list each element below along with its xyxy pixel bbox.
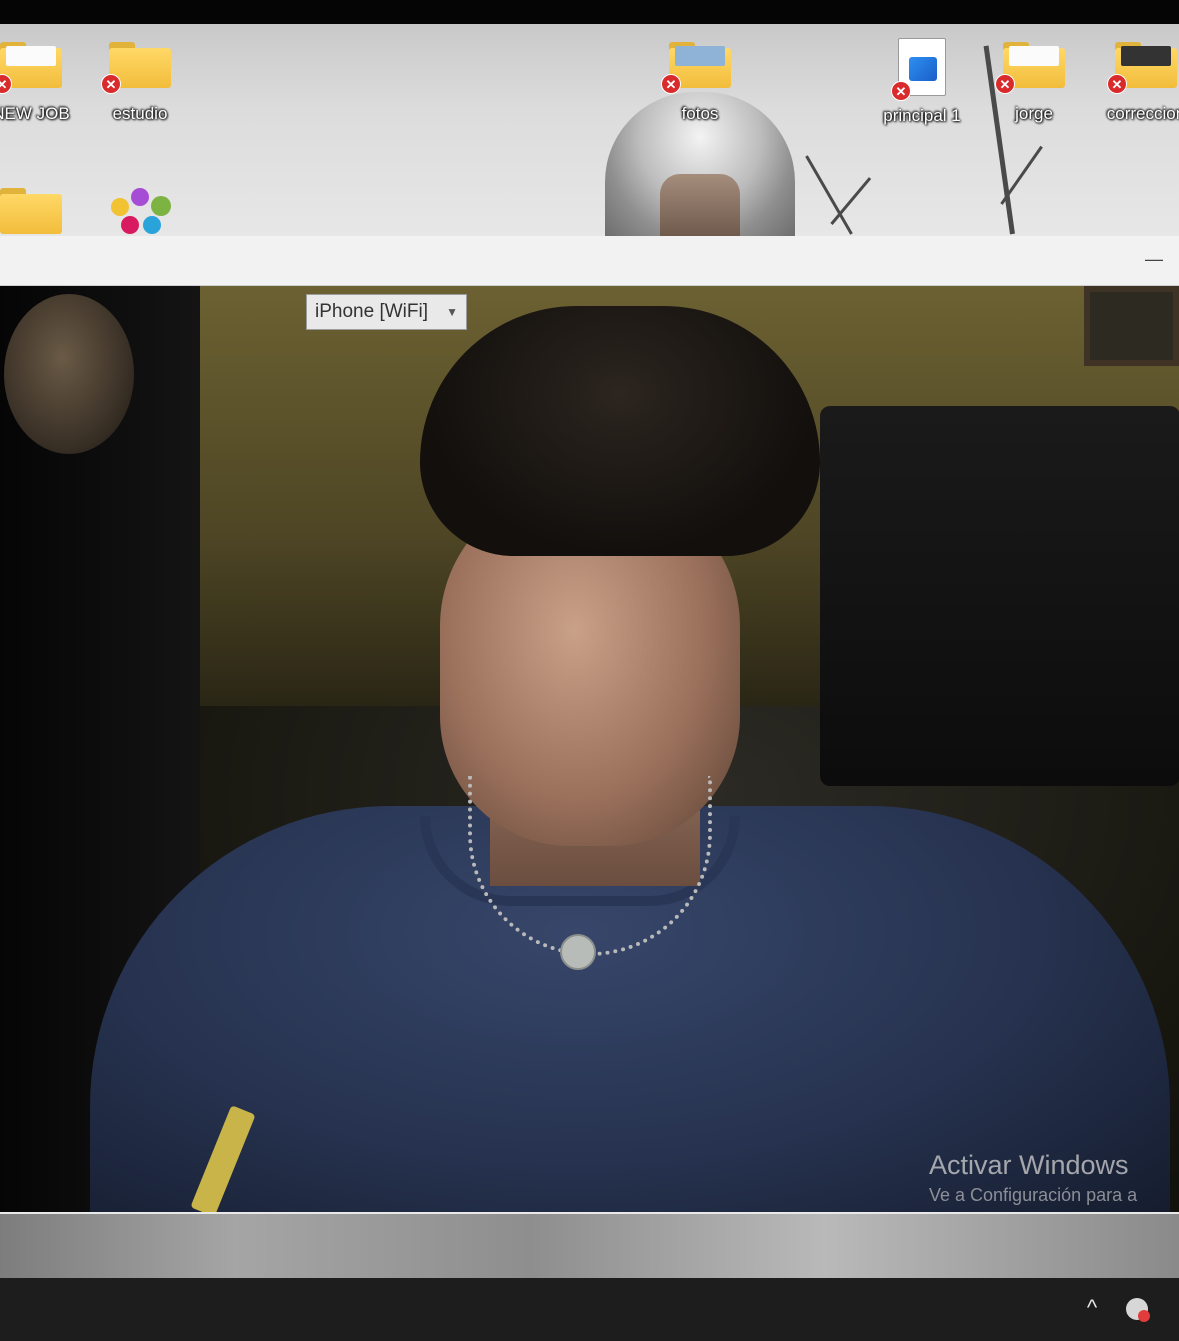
watermark-title: Activar Windows bbox=[929, 1150, 1129, 1180]
error-badge-icon: ✕ bbox=[661, 74, 681, 94]
desktop-icon-estudio[interactable]: ✕ estudio bbox=[85, 42, 195, 124]
camera-source-select[interactable]: iPhone [WiFi] ▼ bbox=[306, 294, 467, 330]
background-picture-frame bbox=[1084, 286, 1179, 366]
desktop-wallpaper-bottom bbox=[0, 1212, 1179, 1278]
desktop-wallpaper: ✕ NEW JOB ✕ estudio ✕ fotos ✕ principal … bbox=[0, 24, 1179, 236]
image-file-icon: ✕ bbox=[891, 38, 946, 101]
desktop-icon-partial-app[interactable] bbox=[85, 184, 195, 234]
folder-icon: ✕ bbox=[1107, 42, 1177, 94]
desktop-icon-correccion[interactable]: ✕ correccion bbox=[1091, 42, 1179, 124]
folder-icon bbox=[0, 188, 62, 234]
desktop-icon-label: NEW JOB bbox=[0, 104, 70, 123]
wallpaper-branch bbox=[830, 177, 872, 225]
error-badge-icon: ✕ bbox=[1107, 74, 1127, 94]
activate-windows-watermark: Activar Windows Ve a Configuración para … bbox=[929, 1150, 1179, 1206]
minimize-button[interactable]: — bbox=[1141, 248, 1167, 270]
camera-source-value: iPhone [WiFi] bbox=[315, 301, 428, 322]
background-chair bbox=[820, 406, 1179, 786]
desktop-icon-label: correccion bbox=[1106, 104, 1179, 123]
folder-icon: ✕ bbox=[101, 42, 171, 94]
error-badge-icon: ✕ bbox=[101, 74, 121, 94]
wallpaper-branch bbox=[805, 155, 853, 235]
desktop-icon-principal-1[interactable]: ✕ principal 1 bbox=[867, 38, 977, 126]
screen: ✕ NEW JOB ✕ estudio ✕ fotos ✕ principal … bbox=[0, 0, 1179, 1341]
person-hair bbox=[420, 306, 820, 556]
desktop-icon-jorge[interactable]: ✕ jorge bbox=[979, 42, 1089, 124]
taskbar: ^ bbox=[0, 1278, 1179, 1341]
desktop-icon-label: jorge bbox=[1015, 104, 1053, 123]
chevron-down-icon: ▼ bbox=[446, 305, 458, 319]
show-hidden-icons-chevron-icon[interactable]: ^ bbox=[1080, 1296, 1104, 1320]
error-badge-icon: ✕ bbox=[995, 74, 1015, 94]
desktop-icon-fotos[interactable]: ✕ fotos bbox=[645, 42, 755, 124]
desktop-icon-partial-folder[interactable] bbox=[0, 188, 86, 234]
app-logo-icon bbox=[105, 184, 175, 234]
top-bezel bbox=[0, 0, 1179, 24]
desktop-icon-label: estudio bbox=[112, 104, 168, 123]
desktop-icon-label: principal 1 bbox=[883, 106, 961, 125]
camera-window[interactable]: — iPhone [WiFi] ▼ Activar Windows Ve a C… bbox=[0, 236, 1179, 1212]
wallpaper-figure-face bbox=[660, 174, 740, 236]
desktop-icon-label: fotos bbox=[681, 104, 719, 123]
background-hat bbox=[4, 294, 134, 454]
folder-icon: ✕ bbox=[995, 42, 1065, 94]
folder-icon: ✕ bbox=[661, 42, 731, 94]
camera-video-feed: iPhone [WiFi] ▼ Activar Windows Ve a Con… bbox=[0, 286, 1179, 1212]
tray-alert-badge-icon bbox=[1138, 1310, 1150, 1322]
folder-icon: ✕ bbox=[0, 42, 62, 94]
window-titlebar[interactable]: — bbox=[0, 236, 1179, 286]
necklace-pendant bbox=[560, 934, 596, 970]
desktop-icon-new-job[interactable]: ✕ NEW JOB bbox=[0, 42, 86, 124]
watermark-subtitle: Ve a Configuración para a bbox=[929, 1185, 1138, 1205]
error-badge-icon: ✕ bbox=[891, 81, 911, 101]
